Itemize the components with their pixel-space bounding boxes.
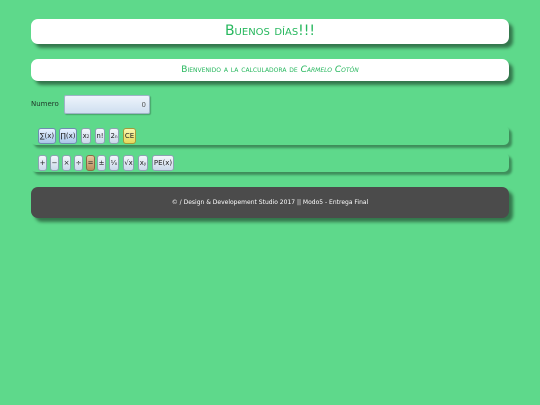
operator-toolbar: + − × ÷ = ± ¹⁄ₓ √x xy PE(x)	[31, 153, 509, 172]
welcome-banner: Bienvenido a la calculadora de Carmelo C…	[31, 59, 509, 81]
power-button[interactable]: xy	[138, 155, 148, 171]
square-button[interactable]: x2	[81, 128, 91, 144]
power-exponent: y	[143, 160, 147, 166]
sqrt-button[interactable]: √x	[123, 155, 134, 171]
sum-button[interactable]: ∑(x)	[38, 128, 56, 144]
welcome-text: Bienvenido a la calculadora de	[181, 65, 301, 75]
add-button[interactable]: +	[38, 155, 47, 171]
greeting-title: Buenos días!!!	[224, 23, 316, 39]
negate-button[interactable]: ±	[97, 155, 106, 171]
function-toolbar: ∑(x) ∏(x) x2 n! 2n CE	[31, 126, 509, 145]
greeting-banner: Buenos días!!!	[31, 19, 509, 44]
multiply-button[interactable]: ×	[62, 155, 71, 171]
pe-button[interactable]: PE(x)	[152, 155, 174, 171]
clear-button[interactable]: CE	[123, 128, 136, 144]
square-exponent: 2	[86, 133, 90, 139]
author-name: Carmelo Cotón	[300, 65, 359, 75]
number-input[interactable]	[64, 95, 150, 114]
factorial-button[interactable]: n!	[95, 128, 105, 144]
power-of-two-button[interactable]: 2n	[109, 128, 119, 144]
divide-button[interactable]: ÷	[74, 155, 83, 171]
equals-button[interactable]: =	[86, 155, 95, 171]
product-button[interactable]: ∏(x)	[59, 128, 77, 144]
reciprocal-button[interactable]: ¹⁄ₓ	[109, 155, 119, 171]
footer-text: © / Design & Developement Studio 2017 ||…	[171, 199, 369, 206]
footer-bar: © / Design & Developement Studio 2017 ||…	[31, 187, 509, 218]
subtract-button[interactable]: −	[50, 155, 59, 171]
pow2-exponent: n	[114, 133, 118, 139]
number-label: Numero	[31, 100, 59, 108]
